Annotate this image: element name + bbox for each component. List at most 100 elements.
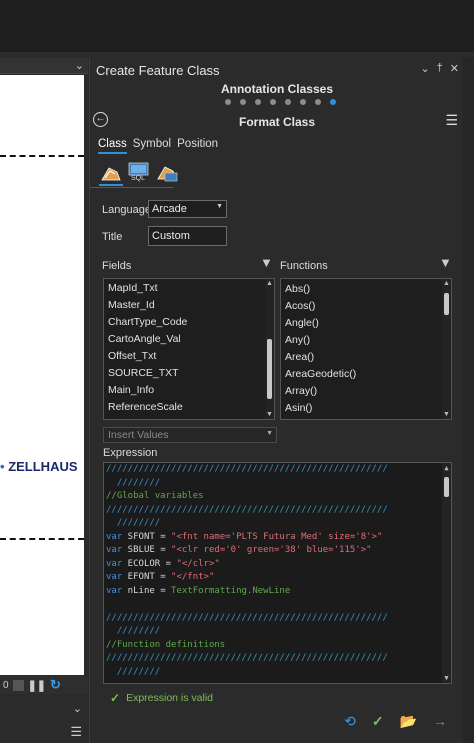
code-token: nLine	[122, 585, 155, 596]
filter-icon[interactable]: ▼	[260, 255, 273, 270]
field-list-item[interactable]: ReferenceScale	[104, 399, 274, 416]
field-list-item[interactable]: Master_Id	[104, 297, 274, 314]
function-list-item[interactable]: Area()	[281, 349, 451, 366]
sql-text: SQL	[131, 175, 146, 182]
chevron-down-icon[interactable]: ⌄	[420, 62, 429, 75]
code-token: ECOLOR	[122, 558, 161, 569]
create-feature-class-pane: Create Feature Class ⌄ † ✕ Annotation Cl…	[89, 58, 463, 743]
function-list-item[interactable]: AreaGeodetic()	[281, 366, 451, 383]
code-token: var	[106, 585, 123, 596]
code-line: var nLine = TextFormatting.NewLine	[104, 585, 451, 599]
title-label: Title	[102, 231, 123, 243]
label-class-icon[interactable]	[155, 162, 179, 186]
chevron-down-icon[interactable]: ⌄	[75, 59, 84, 72]
code-line: var SBLUE = "<clr red='0' green='38' blu…	[104, 544, 451, 558]
step-dot	[315, 99, 321, 105]
code-token: =	[154, 585, 172, 596]
menu-icon[interactable]: ☰	[445, 112, 458, 129]
map-annotation-label: • ZELLHAUS	[0, 459, 78, 474]
page-title: Format Class	[238, 115, 316, 129]
sql-icon[interactable]: SQL	[127, 162, 151, 186]
scroll-thumb[interactable]	[444, 293, 449, 315]
insert-values-dropdown[interactable]: Insert Values ▼	[103, 427, 277, 443]
code-line: ////////////////////////////////////////…	[104, 612, 451, 626]
reset-icon[interactable]: ⟲	[344, 713, 356, 730]
code-line: //Function definitions	[104, 639, 451, 653]
refresh-icon[interactable]: ↻	[50, 677, 61, 693]
scroll-down-icon[interactable]: ▼	[442, 411, 451, 418]
label-expression-icon[interactable]	[99, 162, 123, 186]
code-token: ////////	[106, 518, 161, 528]
function-list-item[interactable]: Angle()	[281, 315, 451, 332]
step-dot	[300, 99, 306, 105]
open-folder-icon[interactable]: 📂	[400, 713, 417, 730]
code-token: EFONT	[122, 572, 155, 582]
code-token: =	[154, 572, 172, 582]
code-token: =	[160, 558, 177, 569]
step-dot	[270, 99, 276, 105]
code-token: var	[106, 545, 123, 555]
chevron-down-icon[interactable]: ⌄	[73, 702, 82, 715]
scroll-up-icon[interactable]: ▲	[442, 280, 451, 287]
outer-scrollbar[interactable]	[463, 58, 474, 743]
step-dot	[255, 99, 261, 105]
pin-icon[interactable]: †	[437, 62, 443, 75]
function-list-item[interactable]: Acos()	[281, 298, 451, 315]
map-dashed-line	[0, 155, 84, 157]
scroll-down-icon[interactable]: ▼	[442, 674, 451, 682]
field-list-item[interactable]: Main_Info	[104, 382, 274, 399]
fields-label: Fields	[102, 260, 132, 272]
language-label: Language	[102, 204, 151, 216]
function-list-item[interactable]: Asin()	[281, 400, 451, 417]
verify-icon[interactable]: ✓	[372, 713, 384, 730]
map-view[interactable]: • ZELLHAUS	[0, 75, 84, 675]
scroll-thumb[interactable]	[267, 339, 272, 399]
scroll-thumb[interactable]	[444, 477, 449, 497]
top-toolbar-area	[0, 0, 474, 52]
scroll-up-icon[interactable]: ▲	[442, 464, 451, 472]
filter-icon[interactable]: ▼	[439, 255, 452, 270]
function-list-item[interactable]: Any()	[281, 332, 451, 349]
field-list-item[interactable]: ChartType_Code	[104, 314, 274, 331]
map-dashed-line	[0, 538, 84, 540]
close-icon[interactable]: ✕	[450, 62, 459, 75]
function-list-item[interactable]: Array()	[281, 383, 451, 400]
code-token: var	[106, 558, 123, 569]
lower-left-pane: ⌄ ☰	[0, 698, 88, 743]
field-list-item[interactable]: MapId_Txt	[104, 280, 274, 297]
code-token: "</clr>"	[176, 558, 220, 569]
expression-editor[interactable]: ////////////////////////////////////////…	[103, 462, 452, 684]
app-window: ⌄ • ZELLHAUS 0 ❚❚ ↻ ⌄ ☰ Create Feature C…	[0, 0, 474, 743]
step-dot	[225, 99, 231, 105]
next-arrow-icon[interactable]: →	[433, 713, 447, 730]
tab-position[interactable]: Position	[177, 138, 218, 154]
code-line: ////////	[104, 625, 451, 639]
pause-icon[interactable]: ❚❚	[28, 679, 46, 692]
functions-scrollbar[interactable]: ▲ ▼	[442, 279, 451, 419]
field-list-item[interactable]: CartoAngle_Val	[104, 331, 274, 348]
tab-symbol[interactable]: Symbol	[133, 138, 171, 154]
divider	[90, 187, 174, 188]
code-line: var EFONT = "</fnt>"	[104, 571, 451, 585]
scroll-down-icon[interactable]: ▼	[265, 411, 274, 418]
menu-icon[interactable]: ☰	[70, 724, 82, 740]
insert-values-placeholder: Insert Values	[108, 429, 169, 441]
expression-scrollbar[interactable]: ▲ ▼	[442, 463, 451, 683]
tab-class[interactable]: Class	[98, 138, 127, 154]
code-token: "<fnt name='PLTS Futura Med' size='8'>"	[171, 531, 383, 542]
fields-scrollbar[interactable]: ▲ ▼	[265, 279, 274, 419]
code-token: ////////////////////////////////////////…	[106, 653, 388, 663]
field-list-item[interactable]: SOURCE_TXT	[104, 365, 274, 382]
language-dropdown[interactable]: Arcade ▼	[148, 200, 227, 218]
mode-toolbar: SQL	[99, 162, 179, 186]
title-input[interactable]: Custom	[148, 226, 227, 246]
fields-list[interactable]: MapId_Txt Master_Id ChartType_Code CartoAng…	[103, 278, 275, 420]
scroll-up-icon[interactable]: ▲	[265, 280, 274, 287]
function-list-item[interactable]: Abs()	[281, 281, 451, 298]
field-list-item[interactable]: Offset_Txt	[104, 348, 274, 365]
code-token: SBLUE	[122, 545, 155, 555]
functions-list[interactable]: Abs() Acos() Angle() Any() Area() AreaGeodeti…	[280, 278, 452, 420]
code-token: ////////////////////////////////////////…	[106, 612, 388, 623]
stop-icon[interactable]	[12, 679, 24, 691]
checkmark-icon: ✓	[110, 691, 121, 705]
